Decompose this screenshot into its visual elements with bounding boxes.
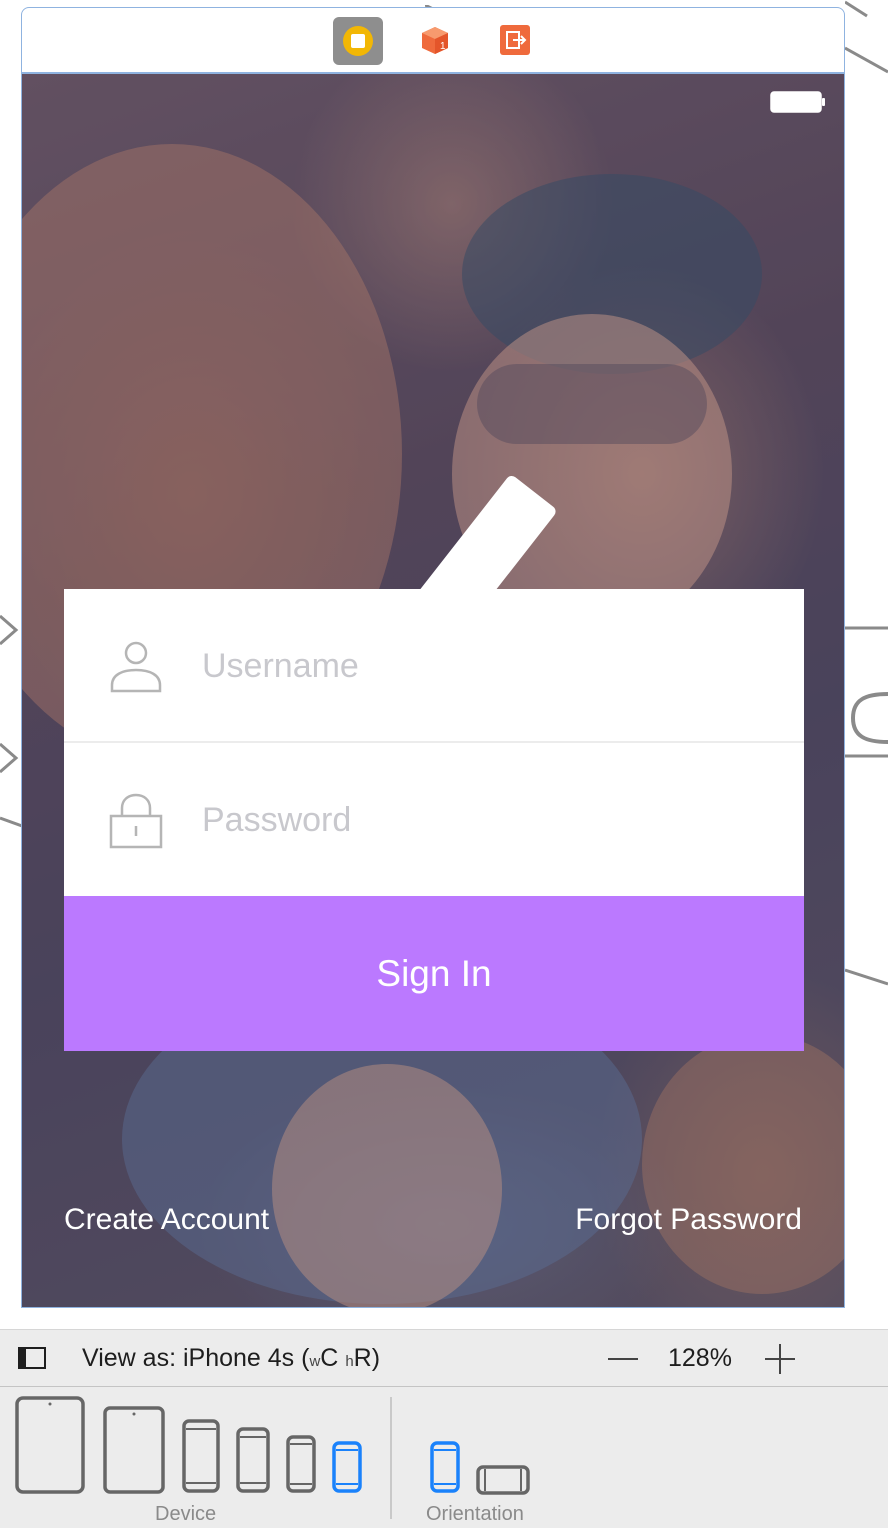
create-account-link[interactable]: Create Account <box>64 1203 269 1237</box>
segue-connector-right-top <box>844 0 888 80</box>
segue-connector-left-1 <box>0 612 22 648</box>
view-as-bar: View as: iPhone 4s (wC hR) 128% <box>0 1329 888 1387</box>
zoom-level: 128% <box>668 1344 732 1372</box>
photo-hand <box>272 1064 502 1307</box>
segue-connector-right-bottom <box>844 962 888 992</box>
device-section-label: Device <box>155 1503 217 1525</box>
exit-icon[interactable] <box>497 22 533 58</box>
view-as-prefix: View as: iPhone 4s ( <box>82 1344 310 1372</box>
device-ipad-icon[interactable] <box>103 1406 165 1499</box>
username-row <box>64 589 804 743</box>
device-iphone-se-icon[interactable] <box>286 1435 316 1498</box>
size-class-w-value: C <box>320 1344 339 1372</box>
username-input[interactable] <box>200 641 764 691</box>
device-iphone-4s-icon[interactable] <box>332 1441 362 1498</box>
zoom-in-button[interactable] <box>762 1342 798 1376</box>
segue-connector-left-3 <box>0 812 23 832</box>
first-responder-icon[interactable]: 1 <box>417 22 453 58</box>
lock-icon <box>108 792 164 849</box>
battery-icon <box>770 91 826 113</box>
segue-connector-left-2 <box>0 740 22 776</box>
password-row <box>64 743 804 895</box>
sidebar-toggle-icon[interactable] <box>18 1347 46 1369</box>
device-iphone-plus-icon[interactable] <box>182 1419 220 1498</box>
orientation-landscape-icon[interactable] <box>476 1465 530 1500</box>
orientation-portrait-icon[interactable] <box>430 1441 460 1498</box>
user-icon <box>108 639 164 695</box>
view-as-suffix: ) <box>371 1344 381 1372</box>
device-bar: Device Orientation <box>0 1387 888 1528</box>
device-ipad-pro-icon[interactable] <box>15 1396 85 1499</box>
size-class-w: w <box>309 1353 321 1370</box>
size-class-h: h <box>345 1353 354 1370</box>
sign-in-button[interactable]: Sign In <box>64 896 804 1051</box>
device-iphone-icon[interactable] <box>236 1427 270 1498</box>
scene-dock: 1 <box>21 7 845 73</box>
orientation-section-label: Orientation <box>426 1503 524 1525</box>
segue-connector-right-mid <box>845 620 888 770</box>
svg-text:1: 1 <box>440 41 446 52</box>
photo-sunglasses <box>477 364 707 444</box>
device-screen: Sign In Create Account Forgot Password <box>21 73 845 1308</box>
view-controller-icon[interactable] <box>333 17 383 65</box>
size-class-h-value: R <box>353 1344 372 1372</box>
view-as-label[interactable]: View as: iPhone 4s (wC hR) <box>82 1344 380 1373</box>
divider <box>390 1397 392 1519</box>
password-input[interactable] <box>200 795 764 845</box>
login-card: Sign In <box>64 589 804 1051</box>
forgot-password-link[interactable]: Forgot Password <box>575 1203 802 1237</box>
zoom-out-button[interactable] <box>606 1342 640 1376</box>
